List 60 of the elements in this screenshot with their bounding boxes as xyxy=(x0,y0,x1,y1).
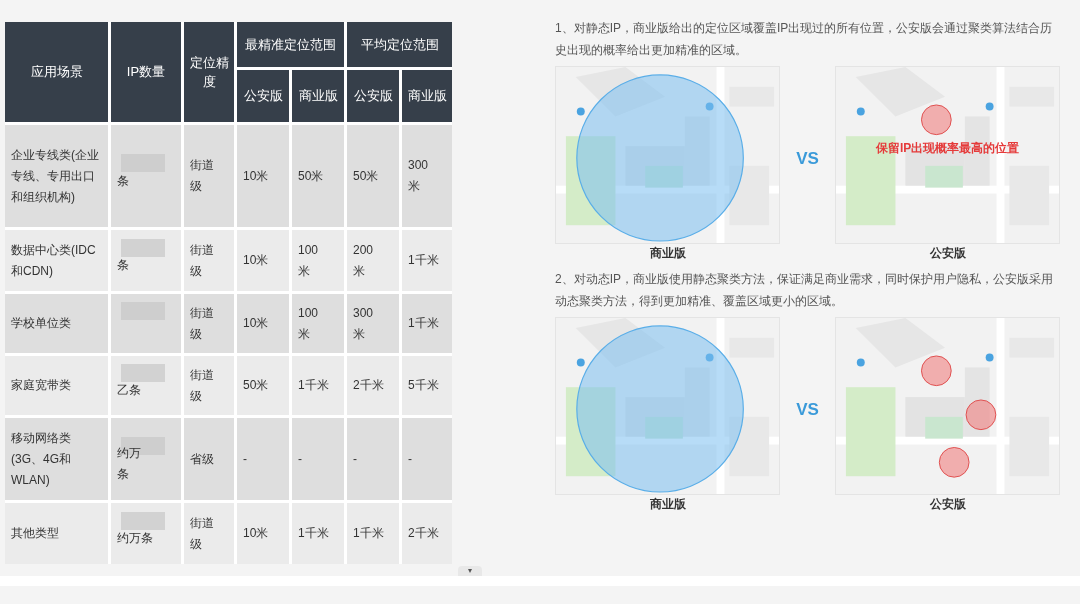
table-cell: 省级 xyxy=(184,418,234,500)
table-cell: 10米 xyxy=(237,503,289,564)
table-cell: 其他类型 xyxy=(5,503,108,564)
table-cell-text: 约万条 xyxy=(117,530,154,547)
column-header: 应用场景 xyxy=(5,22,108,122)
table-cell: 100米 xyxy=(292,294,344,353)
table-cell: 2千米 xyxy=(347,356,399,415)
table-cell: 1千米 xyxy=(292,356,344,415)
description-text: 1、对静态IP，商业版给出的定位区域覆盖IP出现过的所有位置，公安版会通过聚类算法结合历史出现的概率给出更加精准的区域。 xyxy=(555,20,1054,59)
collapse-handle[interactable]: ▾ xyxy=(458,566,482,576)
table-cell: - xyxy=(292,418,344,500)
image-caption: 商业版 xyxy=(649,496,686,513)
table-cell: - xyxy=(347,418,399,500)
table-cell: 200米 xyxy=(347,230,399,291)
description-text: 2、对动态IP，商业版使用静态聚类方法，保证满足商业需求，同时保护用户隐私，公安版采用动态聚类方法，得到更加精准、覆盖区域更小的区域。 xyxy=(555,271,1054,310)
table-cell: 家庭宽带类 xyxy=(5,356,108,415)
table-cell: 企业专线类(企业专线、专用出口和组织机构) xyxy=(5,125,108,227)
table-cell: 10米 xyxy=(237,125,289,227)
table-cell: 2千米 xyxy=(402,503,452,564)
vs-label: VS xyxy=(795,399,820,421)
table-cell: 街道级 xyxy=(184,356,234,415)
table-cell: 街道级 xyxy=(184,125,234,227)
table-cell: 10米 xyxy=(237,294,289,353)
table-cell: 街道级 xyxy=(184,503,234,564)
table-cell: 学校单位类 xyxy=(5,294,108,353)
table-cell: 1千米 xyxy=(402,294,452,353)
table-cell: - xyxy=(402,418,452,500)
table-cell-text: 条 xyxy=(117,172,130,190)
table-cell: 50米 xyxy=(347,125,399,227)
table-cell: 100米 xyxy=(292,230,344,291)
map-annotation: 保留IP出现概率最高的位置 xyxy=(876,140,1020,157)
table-cell: 街道级 xyxy=(184,230,234,291)
table-cell: 300米 xyxy=(347,294,399,353)
table-cell: 300米 xyxy=(402,125,452,227)
column-header: 平均定位范围 xyxy=(347,22,452,67)
table-cell: 1千米 xyxy=(347,503,399,564)
table-cell: 50米 xyxy=(292,125,344,227)
column-header: 定位精度 xyxy=(184,22,234,122)
table-cell: 1千米 xyxy=(292,503,344,564)
column-header: 公安版 xyxy=(237,70,289,122)
column-header: 商业版 xyxy=(402,70,452,122)
table-cell-text: 乙条 xyxy=(117,382,142,399)
column-header: 最精准定位范围 xyxy=(237,22,344,67)
table-cell: - xyxy=(237,418,289,500)
table-cell: 5千米 xyxy=(402,356,452,415)
column-header: 商业版 xyxy=(292,70,344,122)
table-cell: 数据中心类(IDC和CDN) xyxy=(5,230,108,291)
table-cell: 10米 xyxy=(237,230,289,291)
column-header: 公安版 xyxy=(347,70,399,122)
image-caption: 公安版 xyxy=(929,496,966,513)
vs-label: VS xyxy=(795,148,820,170)
table-cell: 1千米 xyxy=(402,230,452,291)
table-cell: 街道级 xyxy=(184,294,234,353)
column-header: IP数量 xyxy=(111,22,181,122)
table-cell-text: 条 xyxy=(117,257,130,274)
table-cell-text: 约万条 xyxy=(117,445,142,483)
image-caption: 公安版 xyxy=(929,245,966,262)
table-cell: 移动网络类(3G、4G和WLAN) xyxy=(5,418,108,500)
table-cell: 50米 xyxy=(237,356,289,415)
image-caption: 商业版 xyxy=(649,245,686,262)
